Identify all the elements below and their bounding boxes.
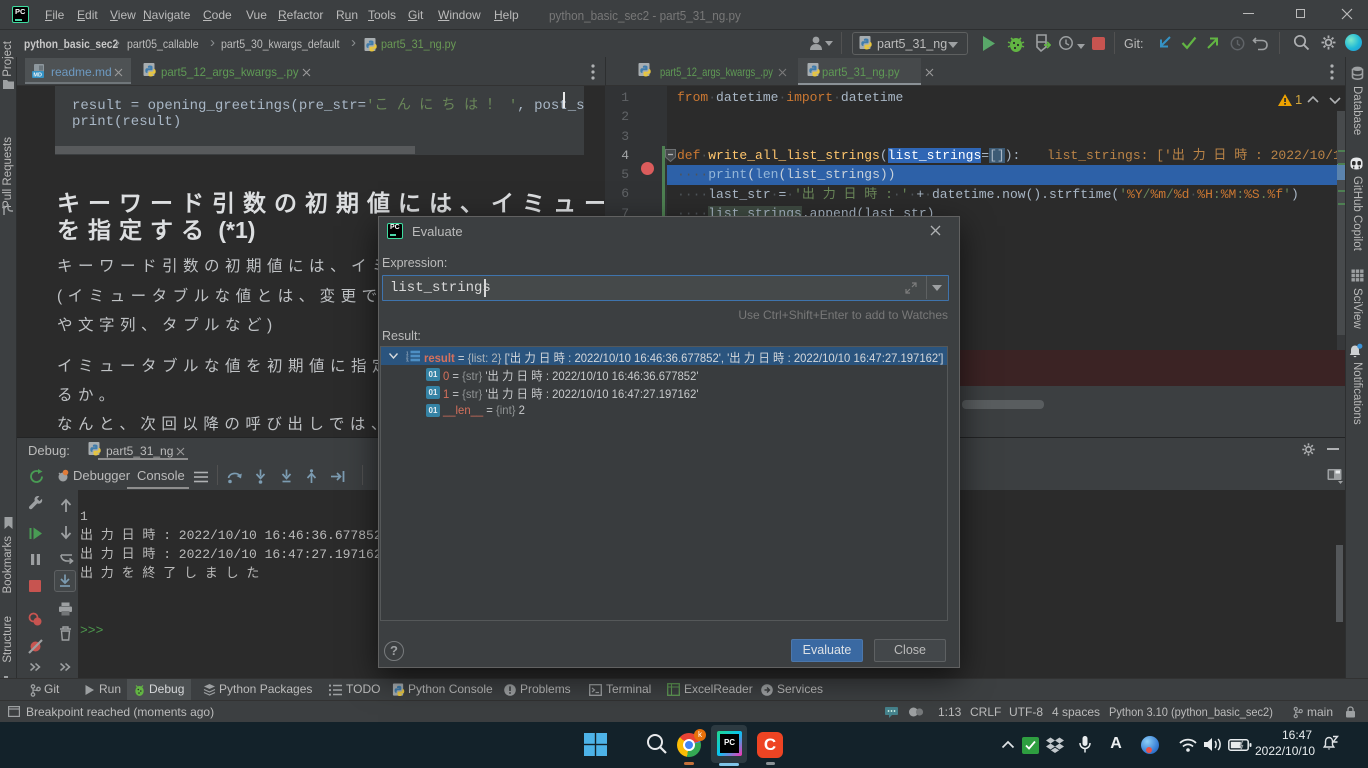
svg-text:MD: MD xyxy=(33,73,42,79)
svg-text:3: 3 xyxy=(406,359,409,362)
